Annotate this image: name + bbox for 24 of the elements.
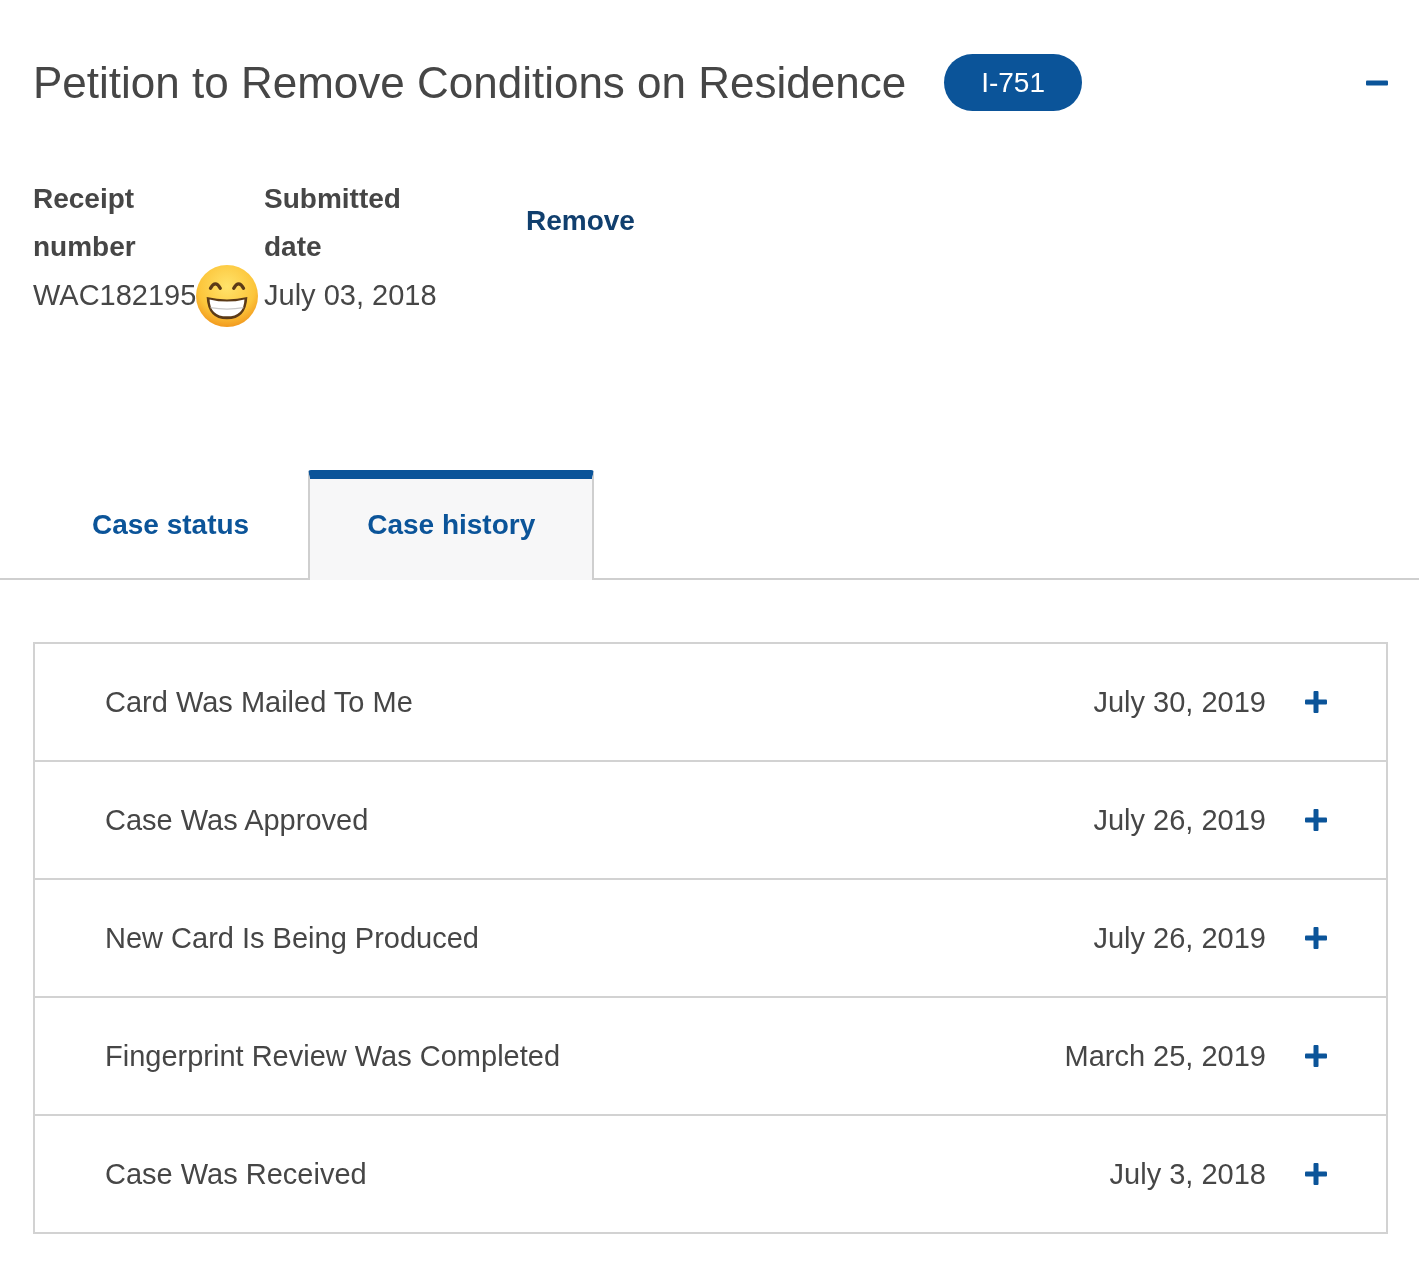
tab[interactable]: Case history bbox=[308, 470, 595, 580]
tab[interactable]: Case status bbox=[33, 470, 309, 580]
detail-label: Receipt number bbox=[33, 182, 137, 264]
event-title: Card Was Mailed To Me bbox=[105, 685, 413, 719]
form-badge: I-751 bbox=[944, 54, 1082, 111]
remove-link[interactable]: Remove bbox=[526, 197, 635, 245]
plus-icon[interactable] bbox=[1305, 809, 1327, 831]
event-date: March 25, 2019 bbox=[1064, 1039, 1266, 1073]
detail-value: WAC182195 bbox=[33, 278, 197, 313]
detail-label: Submitted date bbox=[264, 182, 402, 264]
event-date: July 26, 2019 bbox=[1093, 803, 1266, 837]
plus-icon[interactable] bbox=[1305, 927, 1327, 949]
plus-icon[interactable] bbox=[1305, 691, 1327, 713]
detail-value: July 03, 2018 bbox=[264, 278, 437, 313]
plus-icon[interactable] bbox=[1305, 1045, 1327, 1067]
plus-icon[interactable] bbox=[1305, 1163, 1327, 1185]
event-title: Fingerprint Review Was Completed bbox=[105, 1039, 561, 1073]
event-title: Case Was Approved bbox=[105, 803, 369, 837]
event-title: Case Was Received bbox=[105, 1157, 367, 1191]
case-title: Petition to Remove Conditions on Residence bbox=[33, 57, 907, 108]
event-title: New Card Is Being Produced bbox=[105, 921, 479, 955]
event-date: July 3, 2018 bbox=[1109, 1157, 1266, 1191]
event-date: July 26, 2019 bbox=[1093, 921, 1266, 955]
event-date: July 30, 2019 bbox=[1093, 685, 1266, 719]
